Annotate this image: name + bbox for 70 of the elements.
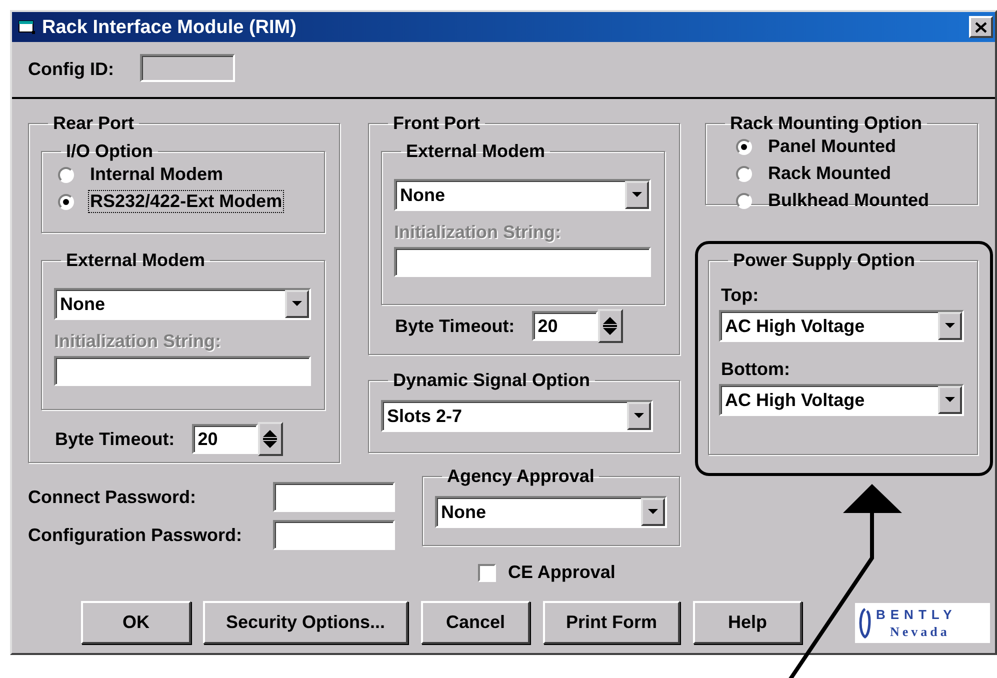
caret-icon bbox=[632, 192, 642, 198]
field-label: Configuration Password: bbox=[28, 524, 242, 546]
window-title: Rack Interface Module (RIM) bbox=[42, 18, 296, 36]
dialog-button[interactable]: Print Form bbox=[543, 601, 680, 644]
field-label: Top: bbox=[721, 284, 760, 306]
radio-label[interactable]: Rack Mounted bbox=[766, 162, 894, 185]
caret-icon bbox=[945, 397, 955, 403]
group-label: External Modem bbox=[405, 141, 546, 161]
radio-label[interactable]: Panel Mounted bbox=[766, 135, 898, 158]
caret-icon bbox=[634, 413, 644, 419]
dropdown[interactable]: None bbox=[394, 179, 651, 211]
text-field[interactable] bbox=[394, 247, 651, 277]
dropdown[interactable]: Slots 2-7 bbox=[381, 400, 653, 432]
field-label: Config ID: bbox=[28, 59, 114, 80]
text-field[interactable]: 20 bbox=[532, 311, 598, 341]
dropdown[interactable]: AC High Voltage bbox=[719, 310, 964, 342]
checkbox[interactable] bbox=[478, 564, 496, 582]
dropdown-button[interactable] bbox=[285, 290, 309, 318]
field-label: Connect Password: bbox=[28, 486, 196, 508]
group-label: Agency Approval bbox=[446, 466, 596, 486]
field-label: Byte Timeout: bbox=[395, 316, 515, 336]
radio-button[interactable] bbox=[58, 166, 74, 182]
dropdown-button[interactable] bbox=[641, 498, 665, 526]
group-label: Rear Port bbox=[52, 113, 136, 133]
dialog-button[interactable]: OK bbox=[81, 601, 191, 644]
brand-name: BENTLY bbox=[876, 608, 957, 620]
close-icon bbox=[975, 22, 987, 32]
group-label: External Modem bbox=[65, 250, 206, 270]
checkbox-label[interactable]: CE Approval bbox=[508, 562, 616, 583]
group-label: Rack Mounting Option bbox=[729, 113, 923, 133]
window-icon bbox=[18, 19, 36, 35]
spin-button[interactable] bbox=[258, 422, 283, 456]
field-label: Initialization String: bbox=[54, 330, 222, 352]
group-label: Front Port bbox=[392, 113, 481, 133]
dropdown-button[interactable] bbox=[627, 402, 651, 430]
caret-icon bbox=[292, 301, 302, 307]
caret-icon bbox=[945, 323, 955, 329]
dropdown-button[interactable] bbox=[625, 181, 649, 209]
field-label: Bottom: bbox=[721, 358, 791, 380]
dropdown[interactable]: None bbox=[435, 496, 667, 528]
dialog-button[interactable]: Security Options... bbox=[203, 601, 408, 644]
up-down-arrows-icon bbox=[263, 429, 278, 449]
group-label: Power Supply Option bbox=[732, 250, 916, 270]
password-field[interactable] bbox=[273, 482, 395, 512]
text-field[interactable]: 20 bbox=[192, 424, 258, 454]
radio-button[interactable] bbox=[58, 194, 74, 210]
dialog-button[interactable]: Cancel bbox=[421, 601, 530, 644]
password-field[interactable] bbox=[273, 520, 395, 550]
dialog-button[interactable]: Help bbox=[693, 601, 802, 644]
dropdown[interactable]: AC High Voltage bbox=[719, 384, 964, 416]
radio-label[interactable]: RS232/422-Ext Modem bbox=[88, 190, 284, 213]
radio-button[interactable] bbox=[736, 166, 752, 182]
radio-button[interactable] bbox=[736, 138, 752, 154]
dropdown-button[interactable] bbox=[938, 312, 962, 340]
text-field[interactable] bbox=[54, 356, 311, 386]
dropdown-button[interactable] bbox=[938, 386, 962, 414]
logo-arc-icon bbox=[858, 606, 872, 638]
group-label: Dynamic Signal Option bbox=[392, 370, 592, 390]
radio-label[interactable]: Bulkhead Mounted bbox=[766, 189, 931, 212]
caret-icon bbox=[648, 509, 658, 515]
radio-button[interactable] bbox=[736, 192, 752, 208]
radio-label[interactable]: Internal Modem bbox=[88, 163, 226, 186]
close-button[interactable] bbox=[969, 16, 993, 38]
field-label: Byte Timeout: bbox=[55, 428, 175, 450]
up-down-arrows-icon bbox=[603, 316, 618, 336]
dropdown[interactable]: None bbox=[54, 288, 311, 320]
brand-subtitle: Nevada bbox=[890, 624, 951, 638]
group-label: I/O Option bbox=[65, 141, 154, 161]
field-label: Initialization String: bbox=[394, 221, 562, 243]
spin-button[interactable] bbox=[598, 309, 623, 343]
